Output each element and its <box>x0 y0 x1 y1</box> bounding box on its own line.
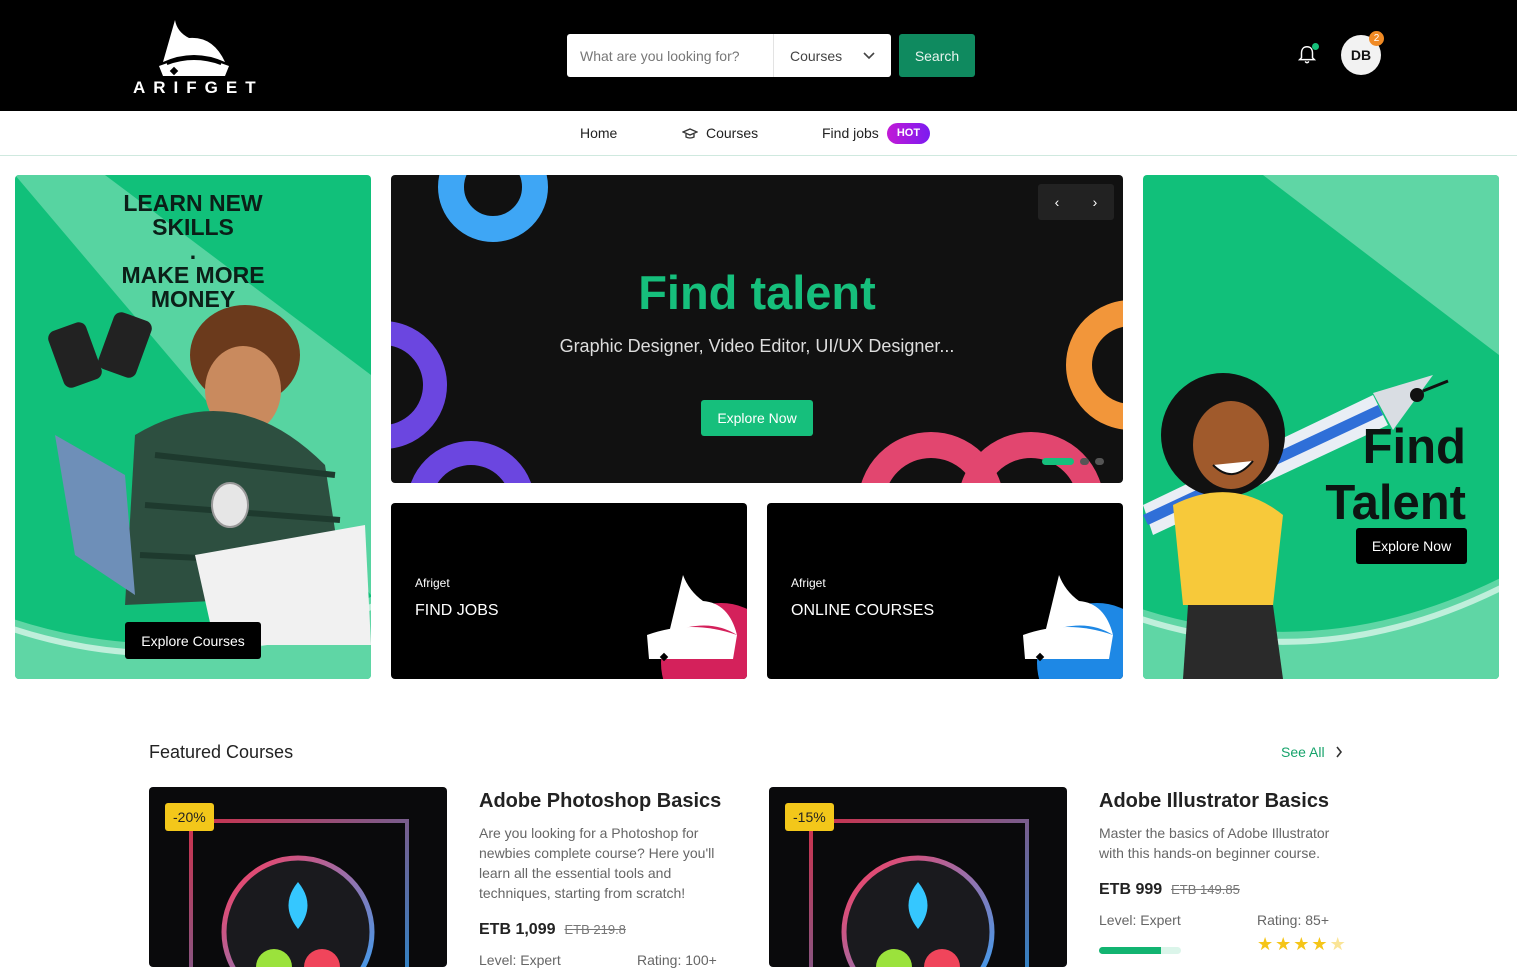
graduation-cap-icon <box>682 127 698 139</box>
card-title: ONLINE COURSES <box>791 602 935 619</box>
site-logo[interactable]: ARIFGET <box>133 18 256 97</box>
main-nav: Home Courses Find jobs HOT <box>0 111 1517 156</box>
slider-dot[interactable] <box>1080 458 1089 465</box>
nav-item-home[interactable]: Home <box>580 111 617 156</box>
promo-learn-skills: LEARN NEW SKILLS . MAKE MORE MONEY Explo… <box>15 175 371 679</box>
star-icon: ★ <box>1275 934 1292 954</box>
star-icon: ★ <box>1293 934 1310 954</box>
logo-text: ARIFGET <box>133 78 264 97</box>
slider-next-button[interactable]: › <box>1076 184 1114 220</box>
nav-item-label: Home <box>580 125 618 141</box>
hot-badge: HOT <box>886 123 931 144</box>
hero-slider: Find talent Graphic Designer, Video Edit… <box>391 175 1123 483</box>
nav-item-find-jobs[interactable]: Find jobs HOT <box>822 111 931 156</box>
see-all-link[interactable]: See All <box>1281 744 1343 760</box>
chevron-right-icon <box>1335 746 1342 758</box>
current-price: ETB 1,099 <box>479 921 556 938</box>
card-logo-illustration <box>1023 575 1123 679</box>
card-title: FIND JOBS <box>415 602 499 619</box>
slider-nav: ‹ › <box>1038 184 1114 220</box>
course-description: Are you looking for a Photoshop for newb… <box>479 825 715 901</box>
top-header: ARIFGET Courses Search DB 2 <box>0 0 1517 111</box>
course-level: Level: Expert <box>1099 912 1181 928</box>
old-price: ETB 149.85 <box>1171 882 1240 897</box>
star-icon: ★ <box>1257 934 1274 954</box>
course-thumbnail[interactable]: -20% <box>149 787 447 967</box>
slider-prev-button[interactable]: ‹ <box>1038 184 1076 220</box>
course-title[interactable]: Adobe Photoshop Basics <box>479 790 721 813</box>
course-title[interactable]: Adobe Illustrator Basics <box>1099 790 1329 813</box>
card-find-jobs[interactable]: Afriget FIND JOBS <box>391 503 747 679</box>
search-bar: Courses <box>567 34 891 77</box>
star-icon: ★ <box>1329 934 1346 954</box>
course-price: ETB 1,099 ETB 219.8 <box>479 921 626 939</box>
course-price: ETB 999 ETB 149.85 <box>1099 881 1240 899</box>
slide-subtitle: Graphic Designer, Video Editor, UI/UX De… <box>559 336 955 356</box>
nav-item-label: Courses <box>706 125 759 141</box>
logo-mark-icon <box>159 20 229 76</box>
slider-dot[interactable] <box>1042 458 1074 465</box>
star-icon: ★ <box>1311 934 1328 954</box>
slider-background-shapes <box>391 175 1123 483</box>
notification-count-badge: 2 <box>1369 31 1384 46</box>
course-rating: Rating: 85+ <box>1257 912 1329 928</box>
slider-dots <box>1042 458 1104 465</box>
card-logo-illustration <box>647 575 747 679</box>
promo-left-title: LEARN NEW SKILLS . MAKE MORE MONEY <box>121 190 265 312</box>
explore-courses-button[interactable]: Explore Courses <box>125 622 261 659</box>
see-all-label: See All <box>1281 744 1325 760</box>
slider-dot[interactable] <box>1095 458 1104 465</box>
notification-dot <box>1312 43 1319 50</box>
course-level: Level: Expert <box>479 952 561 968</box>
slide-title: Find talent <box>638 266 876 319</box>
card-brand: Afriget <box>415 576 450 590</box>
course-rating: Rating: 100+ <box>637 952 717 968</box>
search-category-label: Courses <box>790 47 843 64</box>
nav-item-courses[interactable]: Courses <box>682 111 758 156</box>
level-progress-fill <box>1099 947 1161 954</box>
rating-stars: ★ ★ ★ ★ ★ <box>1257 934 1346 955</box>
featured-courses-title: Featured Courses <box>149 742 294 762</box>
search-category-select[interactable]: Courses <box>774 34 891 77</box>
level-progress-bar <box>1099 947 1181 954</box>
search-button[interactable]: Search <box>899 34 975 77</box>
chevron-down-icon <box>863 51 875 59</box>
discount-badge: -15% <box>785 803 834 831</box>
slide-explore-button[interactable]: Explore Now <box>701 400 813 436</box>
course-thumbnail[interactable]: -15% <box>769 787 1067 967</box>
current-price: ETB 999 <box>1099 881 1163 898</box>
old-price: ETB 219.8 <box>564 922 626 937</box>
promo-find-talent: Find Talent Explore Now <box>1143 175 1499 679</box>
course-description: Master the basics of Adobe Illustrator w… <box>1099 825 1330 861</box>
nav-item-label: Find jobs <box>822 125 879 141</box>
search-input[interactable] <box>567 34 774 77</box>
promo-right-title: Find Talent <box>1325 420 1466 530</box>
card-brand: Afriget <box>791 576 826 590</box>
card-online-courses[interactable]: Afriget ONLINE COURSES <box>767 503 1123 679</box>
discount-badge: -20% <box>165 803 214 831</box>
explore-now-button[interactable]: Explore Now <box>1356 528 1467 564</box>
